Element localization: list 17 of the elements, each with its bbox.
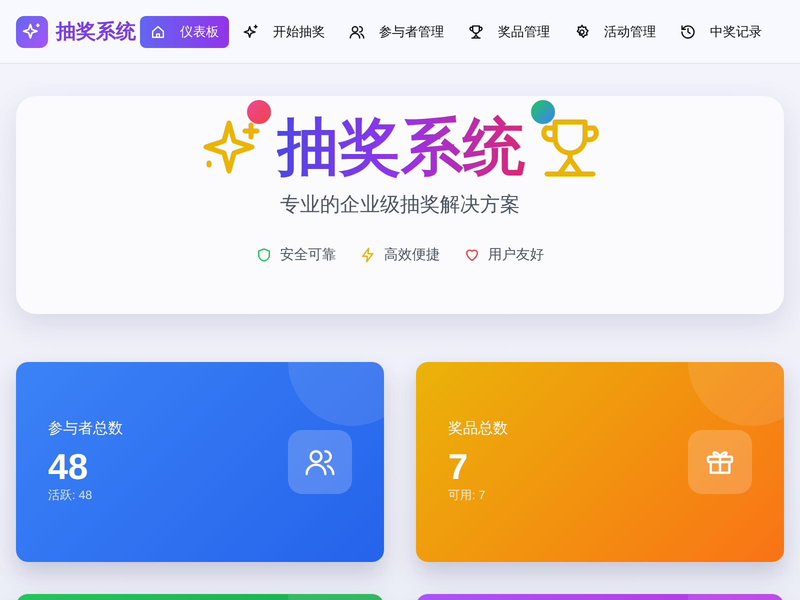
feature-label: 安全可靠 <box>280 245 336 264</box>
nav-tab[interactable]: 仪表板 <box>140 16 229 48</box>
feature-label: 高效便捷 <box>384 245 440 264</box>
stat-detail: 活跃: 48 <box>48 487 92 504</box>
nav-tab[interactable]: 参与者管理 <box>339 16 454 48</box>
feature-label: 用户友好 <box>488 245 544 264</box>
stat-detail: 可用: 7 <box>448 487 486 504</box>
brand-name: 抽奖系统 <box>56 20 136 44</box>
stat-label: 奖品总数 <box>448 419 508 439</box>
nav-tab[interactable]: 开始抽奖 <box>233 16 335 48</box>
hero-subtitle: 专业的企业级抽奖解决方案 <box>280 193 520 218</box>
stat-value: 48 <box>48 446 88 486</box>
nav-tab[interactable]: 中奖记录 <box>670 16 772 48</box>
stat-label: 参与者总数 <box>48 419 123 439</box>
stat-value: 7 <box>448 446 468 486</box>
nav-tab[interactable]: 活动管理 <box>564 16 666 48</box>
nav-tab[interactable]: 奖品管理 <box>458 16 560 48</box>
